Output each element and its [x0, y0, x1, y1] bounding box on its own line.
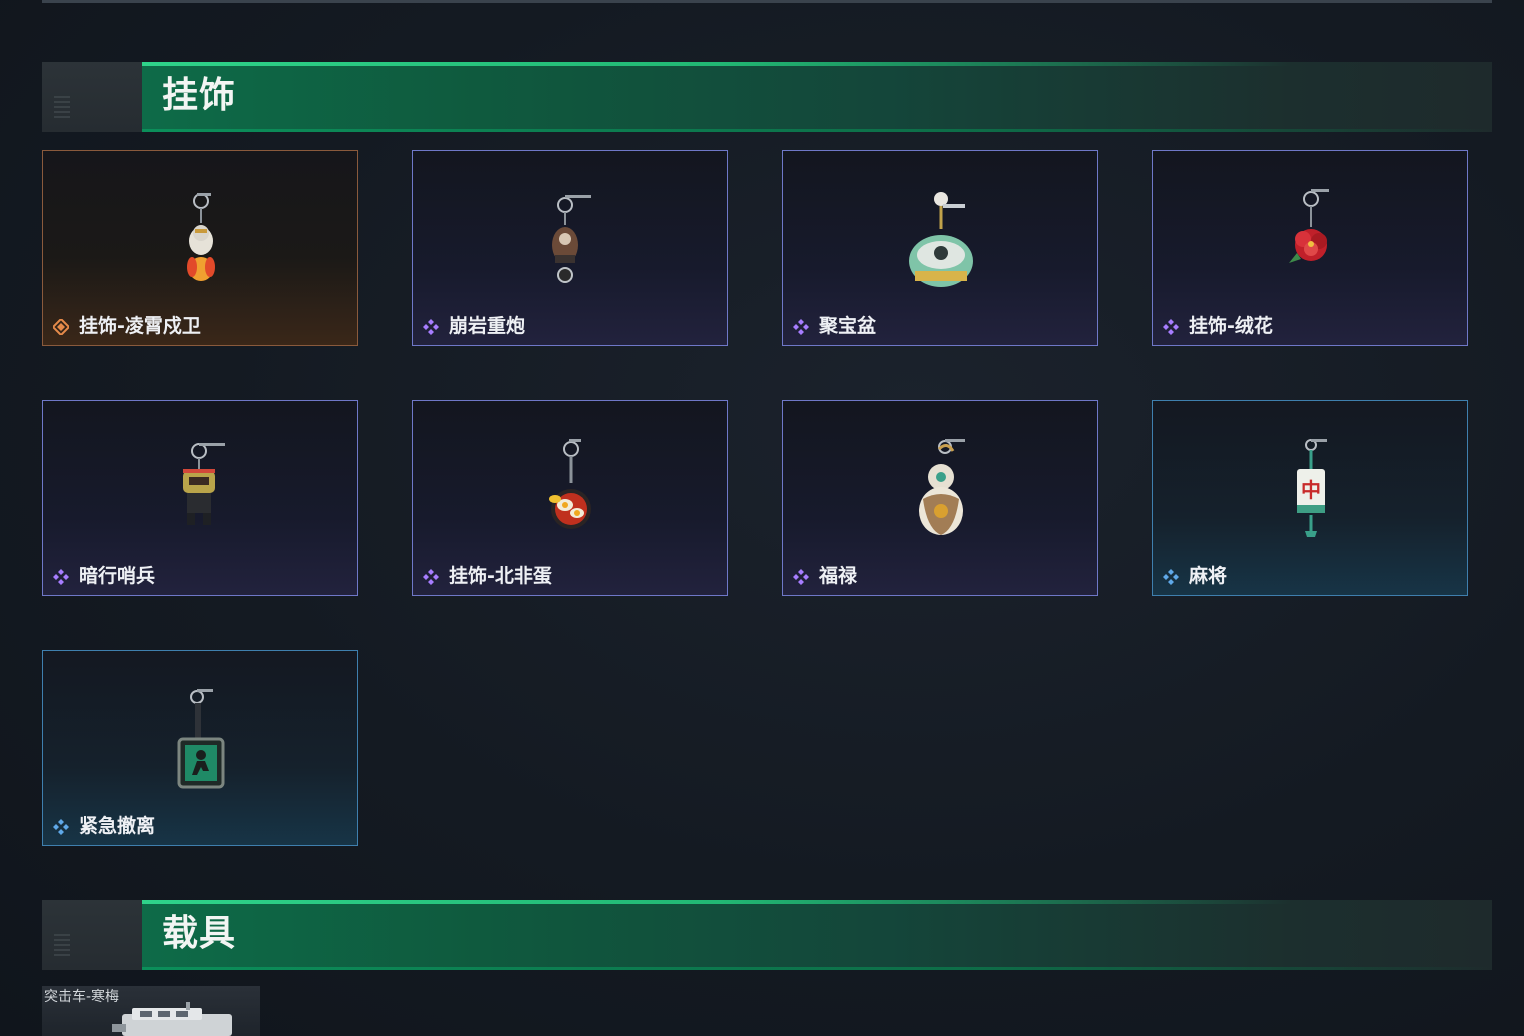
red-flower-charm-icon [1271, 189, 1351, 299]
charm-name: 麻将 [1189, 565, 1228, 587]
charm-card[interactable]: 暗行哨兵 [42, 400, 358, 596]
section-header-vehicles: 载具 [42, 900, 1492, 970]
vehicle-card[interactable]: 突击车-寒梅 [42, 986, 260, 1036]
charm-name: 挂饰-绒花 [1189, 315, 1273, 337]
charm-card[interactable]: 挂饰-绒花 [1152, 150, 1468, 346]
mahjong-tile-charm-icon: 中 [1271, 439, 1351, 549]
charm-name: 崩岩重炮 [449, 315, 526, 337]
header-bar: 载具 [142, 900, 1492, 970]
charm-card[interactable]: 崩岩重炮 [412, 150, 728, 346]
section-title: 载具 [162, 913, 237, 954]
charm-name: 福禄 [819, 565, 858, 587]
svg-text:中: 中 [1301, 478, 1321, 502]
charm-name: 挂饰-凌霄戍卫 [79, 315, 201, 337]
sentry-doll-charm-icon [161, 439, 241, 549]
header-bar: 挂饰 [142, 62, 1492, 132]
header-notch [42, 62, 142, 132]
top-divider [42, 0, 1492, 3]
assault-vehicle-icon [112, 1002, 232, 1036]
cannon-doll-charm-icon [531, 189, 611, 299]
charm-card[interactable]: 中麻将 [1152, 400, 1468, 596]
gourd-charm-icon [901, 439, 981, 549]
charm-name: 挂饰-北非蛋 [449, 565, 552, 587]
charm-card[interactable]: 紧急撤离 [42, 650, 358, 846]
robot-doll-charm-icon [161, 189, 241, 299]
header-notch [42, 900, 142, 970]
charm-card[interactable]: 聚宝盆 [782, 150, 1098, 346]
charm-name: 暗行哨兵 [79, 565, 156, 587]
exit-sign-charm-icon [161, 689, 241, 799]
shakshuka-pan-charm-icon [531, 439, 611, 549]
section-title: 挂饰 [162, 75, 237, 116]
charm-name: 紧急撤离 [79, 815, 156, 837]
charm-card[interactable]: 挂饰-凌霄戍卫 [42, 150, 358, 346]
charm-card[interactable]: 挂饰-北非蛋 [412, 400, 728, 596]
charm-name: 聚宝盆 [819, 315, 877, 337]
section-header-charms: 挂饰 [42, 62, 1492, 132]
treasure-bowl-charm-icon [901, 189, 981, 299]
charm-card[interactable]: 福禄 [782, 400, 1098, 596]
